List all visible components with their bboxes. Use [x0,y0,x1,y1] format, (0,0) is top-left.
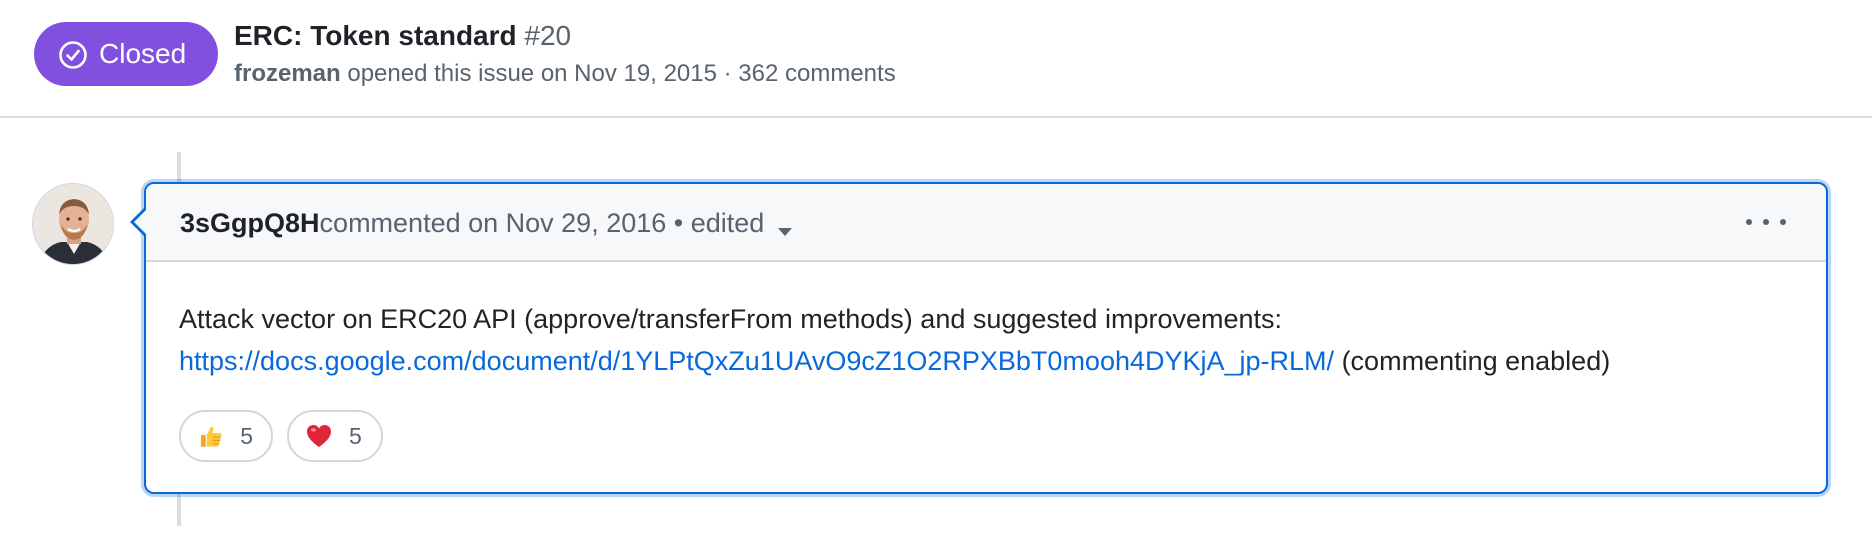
comment-body-line2: https://docs.google.com/document/d/1YLPt… [179,340,1610,382]
issue-state-label: Closed [99,38,187,69]
kebab-dot [1763,219,1769,225]
reactions: 5 5 [179,410,383,462]
reaction-count: 5 [240,422,253,449]
issue-title-text: ERC: Token standard [234,20,517,51]
document-link[interactable]: https://docs.google.com/document/d/1YLPt… [179,346,1334,376]
edited-dropdown[interactable]: commented on Nov 29, 2016 • edited [320,206,793,240]
avatar-image [33,184,113,264]
more-options-button[interactable] [1746,210,1786,234]
comment-header: 3sGgpQ8H commented on Nov 29, 2016 • edi… [146,184,1826,262]
chevron-down-icon [778,228,793,236]
kebab-dot [1780,219,1786,225]
check-circle-icon [59,41,87,69]
heart-icon [307,425,331,447]
issue-header: Closed ERC: Token standard #20 frozeman … [0,0,1872,118]
comment-author-link[interactable]: 3sGgpQ8H [180,208,320,238]
comment-body: Attack vector on ERC20 API (approve/tran… [179,298,1610,382]
comment-header-line: 3sGgpQ8H commented on Nov 29, 2016 • edi… [180,206,793,240]
reaction-count: 5 [349,422,362,449]
issue-state-badge: Closed [34,22,218,86]
kebab-dot [1746,219,1752,225]
issue-number: #20 [524,20,572,51]
issue-meta-text: opened this issue on Nov 19, 2015 · 362 … [340,60,896,87]
thumbs-up-icon [200,426,222,447]
comment-body-suffix: (commenting enabled) [1334,346,1611,376]
comment-meta-text: commented on Nov 29, 2016 • edited [319,208,765,238]
comment-pointer-fill [134,208,148,236]
comment-box: 3sGgpQ8H commented on Nov 29, 2016 • edi… [144,182,1828,494]
reaction-thumbs-up-button[interactable]: 5 [179,410,273,462]
issue-meta: frozeman opened this issue on Nov 19, 20… [234,58,896,90]
issue-title: ERC: Token standard #20 [234,18,571,54]
avatar[interactable] [32,183,114,265]
comment-body-line1: Attack vector on ERC20 API (approve/tran… [179,304,1283,334]
reaction-heart-button[interactable]: 5 [287,410,383,462]
issue-author-link[interactable]: frozeman [234,60,341,87]
